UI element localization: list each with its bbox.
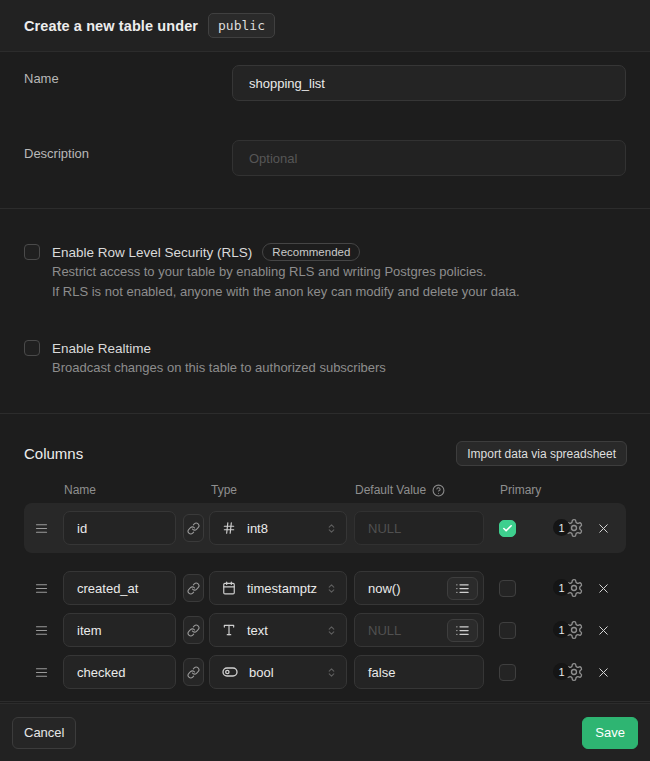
column-type-select[interactable]: timestamptz [209, 571, 347, 605]
letter-t-icon [222, 623, 236, 637]
name-field-row: Name [0, 65, 650, 101]
check-icon [502, 523, 513, 534]
header-type: Type [211, 483, 237, 497]
realtime-toggle-row: Enable Realtime Broadcast changes on thi… [24, 338, 626, 378]
calendar-icon [222, 581, 236, 595]
drag-handle-icon[interactable] [34, 623, 50, 638]
drag-handle-icon[interactable] [34, 665, 50, 680]
remove-column-button[interactable] [596, 581, 611, 596]
column-row-id: int8 NULL 1 [24, 503, 626, 553]
chevrons-up-down-icon [326, 523, 337, 534]
column-rows: int8 NULL 1 timestamptz [0, 503, 650, 689]
link-icon [187, 666, 200, 679]
columns-section: Columns Import data via spreadsheet Name… [0, 414, 650, 702]
default-value-input[interactable]: NULL [354, 613, 484, 647]
realtime-description: Broadcast changes on this table to autho… [52, 358, 386, 378]
column-row-checked: bool false 1 [24, 655, 626, 689]
column-type-select[interactable]: text [209, 613, 347, 647]
header-name: Name [64, 483, 96, 497]
table-details-section: Name Description [0, 52, 650, 209]
drag-handle-icon[interactable] [34, 521, 50, 536]
chevrons-up-down-icon [326, 625, 337, 636]
settings-count-badge: 1 [553, 663, 570, 680]
import-spreadsheet-button[interactable]: Import data via spreadsheet [456, 441, 627, 466]
rls-description: Restrict access to your table by enablin… [52, 262, 520, 302]
columns-heading: Columns [24, 445, 83, 462]
x-icon [596, 623, 611, 638]
rls-label: Enable Row Level Security (RLS) [52, 245, 252, 260]
primary-checkbox[interactable] [499, 664, 516, 681]
column-settings-button[interactable]: 1 [553, 661, 584, 683]
column-settings-button[interactable]: 1 [553, 619, 584, 641]
schema-badge: public [208, 13, 275, 38]
column-type-select[interactable]: int8 [209, 511, 347, 545]
rls-toggle-row: Enable Row Level Security (RLS) Recommen… [24, 242, 626, 302]
save-button[interactable]: Save [582, 717, 638, 749]
rls-checkbox[interactable] [24, 244, 40, 260]
foreign-key-button[interactable] [183, 574, 204, 602]
panel-title: Create a new table under [24, 18, 198, 34]
remove-column-button[interactable] [596, 623, 611, 638]
column-settings-button[interactable]: 1 [553, 577, 584, 599]
default-value-picker-button[interactable] [447, 619, 478, 642]
description-label: Description [24, 140, 232, 161]
chevrons-up-down-icon [326, 667, 337, 678]
realtime-checkbox[interactable] [24, 340, 40, 356]
chevrons-up-down-icon [326, 583, 337, 594]
toggle-icon [222, 664, 238, 680]
x-icon [596, 665, 611, 680]
table-options-section: Enable Row Level Security (RLS) Recommen… [0, 209, 650, 414]
column-name-input[interactable] [63, 613, 176, 647]
list-icon [455, 623, 470, 638]
default-value-picker-button[interactable] [447, 577, 478, 600]
list-icon [455, 581, 470, 596]
hash-icon [222, 521, 236, 535]
primary-checkbox[interactable] [499, 622, 516, 639]
header-default-value: Default Value [355, 483, 426, 497]
settings-count-badge: 1 [553, 519, 570, 536]
default-value-input[interactable]: now() [354, 571, 484, 605]
column-row-item: text NULL 1 [24, 613, 626, 647]
cancel-button[interactable]: Cancel [12, 717, 76, 749]
primary-checkbox[interactable] [499, 580, 516, 597]
column-name-input[interactable] [63, 571, 176, 605]
link-icon [187, 522, 200, 535]
link-icon [187, 624, 200, 637]
remove-column-button[interactable] [596, 521, 611, 536]
column-row-created-at: timestamptz now() 1 [24, 571, 626, 605]
x-icon [596, 581, 611, 596]
create-table-panel: Create a new table under public Name Des… [0, 0, 650, 761]
remove-column-button[interactable] [596, 665, 611, 680]
foreign-key-button[interactable] [183, 658, 204, 686]
drag-handle-icon[interactable] [34, 581, 50, 596]
foreign-key-button[interactable] [183, 514, 204, 542]
realtime-label: Enable Realtime [52, 341, 151, 356]
panel-header: Create a new table under public [0, 0, 650, 52]
default-value-input[interactable]: NULL [354, 511, 484, 545]
primary-checkbox[interactable] [499, 520, 516, 537]
table-description-input[interactable] [232, 140, 626, 176]
column-name-input[interactable] [63, 511, 176, 545]
settings-count-badge: 1 [553, 621, 570, 638]
column-type-select[interactable]: bool [209, 655, 347, 689]
columns-table-header: Name Type Default Value Primary [0, 483, 650, 497]
default-value-input[interactable]: false [354, 655, 484, 689]
link-icon [187, 582, 200, 595]
name-label: Name [24, 65, 232, 86]
x-icon [596, 521, 611, 536]
help-icon[interactable] [432, 484, 445, 497]
column-name-input[interactable] [63, 655, 176, 689]
table-name-input[interactable] [232, 65, 626, 101]
header-primary: Primary [500, 483, 541, 497]
foreign-key-button[interactable] [183, 616, 204, 644]
column-settings-button[interactable]: 1 [553, 517, 584, 539]
description-field-row: Description [0, 140, 650, 176]
settings-count-badge: 1 [553, 579, 570, 596]
recommended-badge: Recommended [262, 243, 360, 261]
panel-footer: Cancel Save [0, 703, 650, 761]
